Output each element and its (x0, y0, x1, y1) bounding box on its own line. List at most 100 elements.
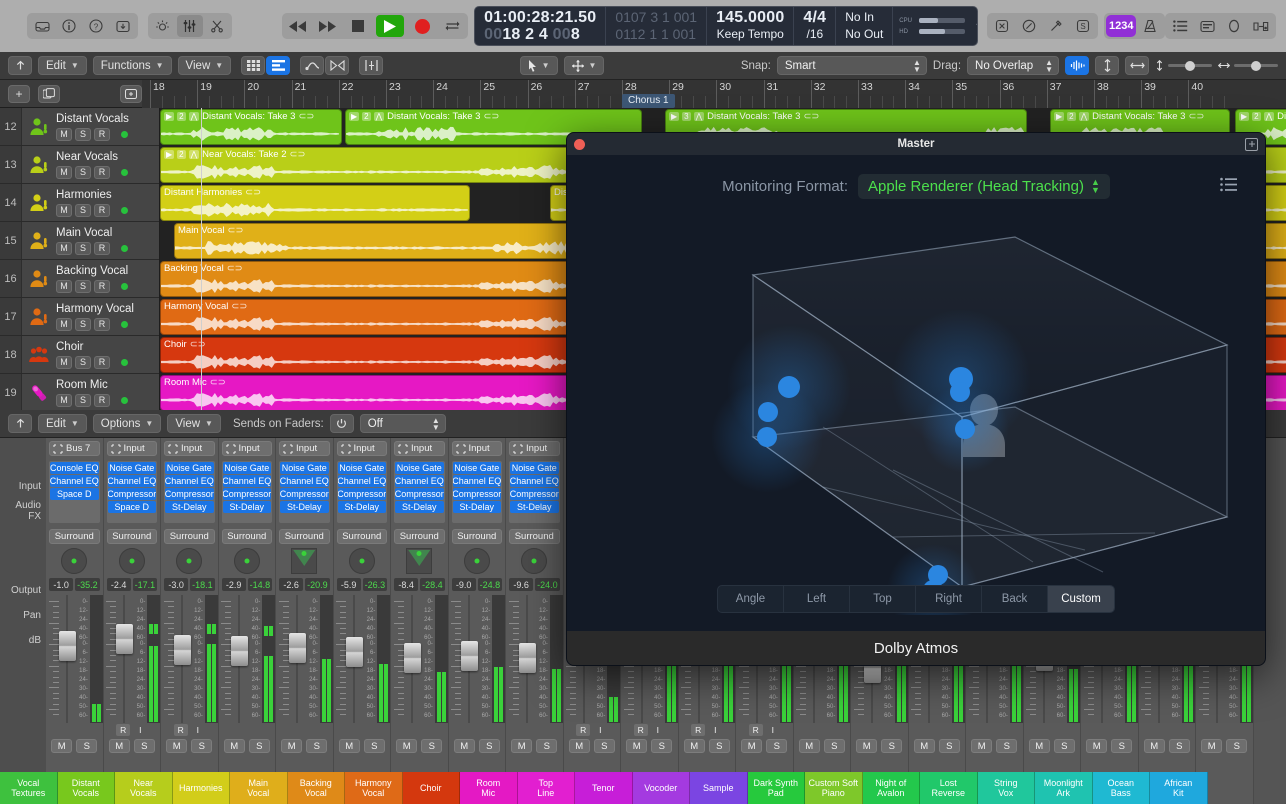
volume-fader[interactable] (521, 595, 534, 723)
duplicate-track-icon[interactable] (38, 85, 60, 103)
input-monitor-button[interactable]: I (651, 724, 665, 736)
surround-panner-knob[interactable] (234, 548, 260, 574)
cycle-icon[interactable] (440, 16, 464, 36)
list-editors-icon[interactable] (1167, 15, 1193, 37)
output-slot[interactable]: Surround (279, 529, 330, 544)
db-readouts[interactable]: -5.9 -26.3 (334, 578, 391, 591)
save-icon[interactable] (110, 15, 136, 37)
audio-fx-slots[interactable]: Console EQChannel EQSpace D (49, 461, 100, 523)
region-loop-icon[interactable]: ⊂⊃ (290, 149, 306, 160)
mute-button[interactable]: M (741, 739, 762, 753)
mute-button[interactable]: M (454, 739, 475, 753)
region-play-icon[interactable]: ▶ (349, 112, 359, 121)
channel-strip[interactable]: InputNoise GateChannel EQCompressorSt-De… (219, 438, 277, 804)
track-header[interactable]: 17 Harmony Vocal M S R (0, 298, 159, 336)
forward-icon[interactable] (316, 16, 340, 36)
solo-button[interactable]: S (881, 739, 902, 753)
solo-button[interactable]: S (75, 242, 91, 255)
mute-button[interactable]: M (569, 739, 590, 753)
move-tool-icon[interactable]: ▼ (564, 56, 605, 75)
region-play-icon[interactable]: ▶ (164, 150, 174, 159)
atmos-object-puck[interactable] (955, 419, 975, 439)
object-list-icon[interactable] (1220, 178, 1237, 195)
audio-fx-slot[interactable]: Compressor (453, 488, 502, 500)
mixer-menu-options[interactable]: Options ▼ (93, 414, 162, 433)
channel-name-button[interactable]: Night ofAvalon (863, 772, 921, 804)
channel-name-button[interactable]: DistantVocals (58, 772, 116, 804)
track-on-led[interactable] (121, 207, 128, 214)
list-view-icon[interactable] (266, 56, 290, 75)
pan-control[interactable] (391, 544, 448, 578)
surround-panner-knob[interactable] (521, 548, 547, 574)
output-slot[interactable]: Surround (452, 529, 503, 544)
audio-fx-slot[interactable]: Noise Gate (280, 462, 329, 474)
record-enable-button[interactable]: R (94, 318, 110, 331)
solo-button[interactable]: S (364, 739, 385, 753)
notes-icon[interactable] (1194, 15, 1220, 37)
solo-button[interactable]: S (536, 739, 557, 753)
fader-and-meter[interactable]: 0-12-24-40-60-0-6-12-18-24-30-40-50-60- (46, 591, 103, 723)
singer-icon[interactable] (22, 306, 56, 328)
output-slot[interactable]: Surround (107, 529, 158, 544)
channel-strip[interactable]: InputNoise GateChannel EQCompressorSt-De… (161, 438, 219, 804)
stop-icon[interactable] (346, 16, 370, 36)
waveform-icon[interactable] (1065, 56, 1089, 75)
mute-button[interactable]: M (856, 739, 877, 753)
lcd-tempo[interactable]: 145.0000 Keep Tempo (707, 7, 794, 45)
audio-fx-slot[interactable]: Console EQ (50, 462, 99, 474)
surround-panner-knob[interactable] (464, 548, 490, 574)
channel-name-button[interactable]: VocalTextures (0, 772, 58, 804)
vertical-zoom-slider[interactable] (1155, 60, 1212, 71)
drag-select[interactable]: No Overlap ▲▼ (967, 56, 1059, 75)
region-play-icon[interactable]: ▶ (1239, 112, 1249, 121)
track-on-led[interactable] (121, 321, 128, 328)
channel-name-button[interactable]: Custom SoftPiano (805, 772, 863, 804)
audio-fx-slot[interactable]: Channel EQ (395, 475, 444, 487)
volume-fader[interactable] (291, 595, 304, 723)
track-header[interactable]: 13 Near Vocals M S R (0, 146, 159, 184)
db-readouts[interactable]: -8.4 -28.4 (391, 578, 448, 591)
singer-icon[interactable] (22, 192, 56, 214)
fader-cap[interactable] (461, 641, 478, 671)
mute-button[interactable]: M (56, 280, 72, 293)
solo-button[interactable]: S (651, 739, 672, 753)
region-loop-icon[interactable]: ⊂⊃ (298, 111, 314, 122)
audio-fx-slot[interactable]: Channel EQ (165, 475, 214, 487)
region[interactable]: Distant Harmonies⊂⊃ (160, 185, 470, 221)
track-header[interactable]: 14 Harmonies M S R (0, 184, 159, 222)
track-header-config-icon[interactable] (120, 85, 142, 103)
region-loop-icon[interactable]: ⊂⊃ (231, 301, 247, 312)
channel-name-button[interactable]: Tenor (575, 772, 633, 804)
channel-name-button[interactable]: Vocoder (633, 772, 691, 804)
fader-and-meter[interactable]: 0-12-24-40-60-0-6-12-18-24-30-40-50-60- (276, 591, 333, 723)
snap-select[interactable]: Smart ▲▼ (777, 56, 927, 75)
track-header[interactable]: 18 Choir M S R (0, 336, 159, 374)
input-monitor-button[interactable]: I (593, 724, 607, 736)
library-icon[interactable] (29, 15, 55, 37)
input-slot[interactable]: Input (337, 441, 388, 456)
nav-up-icon[interactable] (8, 414, 32, 433)
fader-cap[interactable] (59, 631, 76, 661)
output-slot[interactable]: Surround (509, 529, 560, 544)
channel-name-button[interactable]: Choir (403, 772, 461, 804)
fader-and-meter[interactable]: 0-12-24-40-60-0-6-12-18-24-30-40-50-60- (161, 591, 218, 723)
audio-fx-slots[interactable]: Noise GateChannel EQCompressorSpace D (107, 461, 158, 523)
fader-and-meter[interactable]: 0-12-24-40-60-0-6-12-18-24-30-40-50-60- (391, 591, 448, 723)
channel-name-button[interactable]: Harmonies (173, 772, 231, 804)
singer-icon[interactable] (22, 230, 56, 252)
input-slot[interactable]: Input (222, 441, 273, 456)
input-slot[interactable]: Input (452, 441, 503, 456)
solo-button[interactable]: S (191, 739, 212, 753)
audio-fx-slot[interactable]: Channel EQ (510, 475, 559, 487)
channel-name-button[interactable]: BackingVocal (288, 772, 346, 804)
input-slot[interactable]: Input (394, 441, 445, 456)
region-loop-icon[interactable]: ⊂⊃ (483, 111, 499, 122)
input-slot[interactable]: Bus 7 (49, 441, 100, 456)
output-slot[interactable]: Surround (49, 529, 100, 544)
nav-up-icon[interactable] (8, 56, 32, 75)
fader-cap[interactable] (174, 635, 191, 665)
view-button-custom[interactable]: Custom (1048, 586, 1114, 612)
track-on-led[interactable] (121, 131, 128, 138)
volume-fader[interactable] (348, 595, 361, 723)
singer-icon[interactable] (22, 268, 56, 290)
